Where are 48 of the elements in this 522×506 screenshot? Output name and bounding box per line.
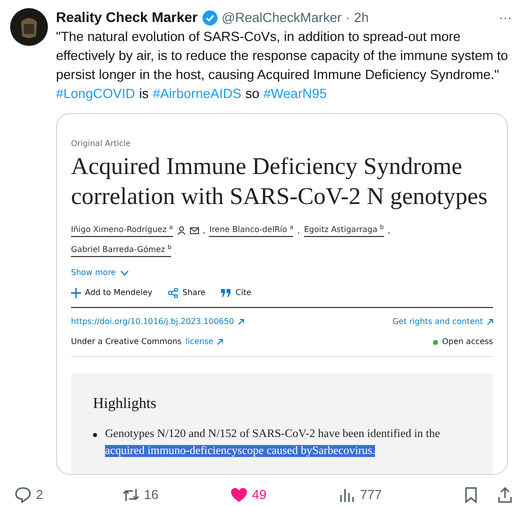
- bullet-icon: [93, 432, 97, 436]
- stat-count: 777: [360, 486, 382, 504]
- tweet-text: "The natural evolution of SARS-CoVs, in addition to spread-out more effectively by air, is to reduce the response capacity of the immune system to persist longer in the host, causing Acquired Immune Deficiency Syndrome.": [56, 28, 510, 84]
- more-button[interactable]: ···: [498, 8, 512, 27]
- tweet-word: so: [245, 85, 260, 103]
- doi-link[interactable]: https://doi.org/10.1016/j.bj.2023.100650: [71, 316, 234, 328]
- author-link[interactable]: Irene Blanco-delRío $^{a}$: [209, 224, 294, 237]
- quote-icon[interactable]: [221, 288, 232, 298]
- license-link[interactable]: license: [185, 336, 214, 348]
- comma: ,: [388, 225, 390, 237]
- timestamp[interactable]: 2h: [354, 8, 369, 27]
- status-dot-icon: [433, 340, 438, 344]
- article-label: Original Article: [71, 138, 132, 150]
- author-link[interactable]: Gabriel Barreda-Gómez $^{b}$: [71, 244, 172, 257]
- envelope-icon[interactable]: [190, 226, 199, 235]
- license-text: Under a Creative Commons: [71, 336, 182, 348]
- show-more-link[interactable]: Show more: [71, 267, 116, 279]
- author-link[interactable]: Egoitz Astigarraga $^{b}$: [304, 224, 384, 237]
- comma: ,: [202, 225, 206, 237]
- reply-icon[interactable]: [14, 486, 32, 504]
- tweet-word: is: [139, 85, 149, 103]
- external-link-icon[interactable]: [238, 319, 244, 325]
- avatar[interactable]: [10, 8, 48, 46]
- highlight-text: Genotypes N/120 and N/152 of SARS-CoV-2 have been identified in the acquired immuno-deficiencyscope caused bySarbecovirus.: [105, 426, 441, 458]
- article-card[interactable]: [56, 113, 508, 475]
- article-action-link[interactable]: Share: [182, 287, 206, 299]
- share-icon[interactable]: [168, 288, 178, 298]
- article-action-link[interactable]: Cite: [235, 287, 252, 299]
- person-icon[interactable]: [176, 226, 186, 235]
- stat-count: 2: [36, 486, 44, 504]
- comma: ,: [297, 225, 300, 237]
- heart-icon[interactable]: [230, 486, 248, 504]
- article-title: Acquired Immune Deficiency Syndrome correlation with SARS-CoV-2 N genotypes: [71, 153, 488, 212]
- separator-dot: ·: [346, 9, 350, 27]
- article-action-link[interactable]: Add to Mendeley: [85, 287, 152, 299]
- external-link-icon[interactable]: [487, 319, 493, 325]
- chevron-down-icon[interactable]: [120, 270, 129, 276]
- plus-icon[interactable]: [71, 288, 81, 298]
- author-link[interactable]: Iñigo Ximeno-Rodríguez $^{a}$: [71, 224, 173, 237]
- author-name[interactable]: Reality Check Marker: [56, 8, 198, 27]
- share-icon[interactable]: [496, 486, 514, 504]
- external-link-icon[interactable]: [217, 339, 224, 345]
- open-access-label: Open access: [442, 336, 493, 348]
- stat-count: 49: [252, 486, 266, 504]
- author-handle[interactable]: @RealCheckMarker: [222, 8, 342, 27]
- highlights-title: Highlights: [93, 395, 158, 414]
- stat-count: 16: [144, 486, 158, 504]
- rights-link[interactable]: Get rights and content: [392, 316, 483, 328]
